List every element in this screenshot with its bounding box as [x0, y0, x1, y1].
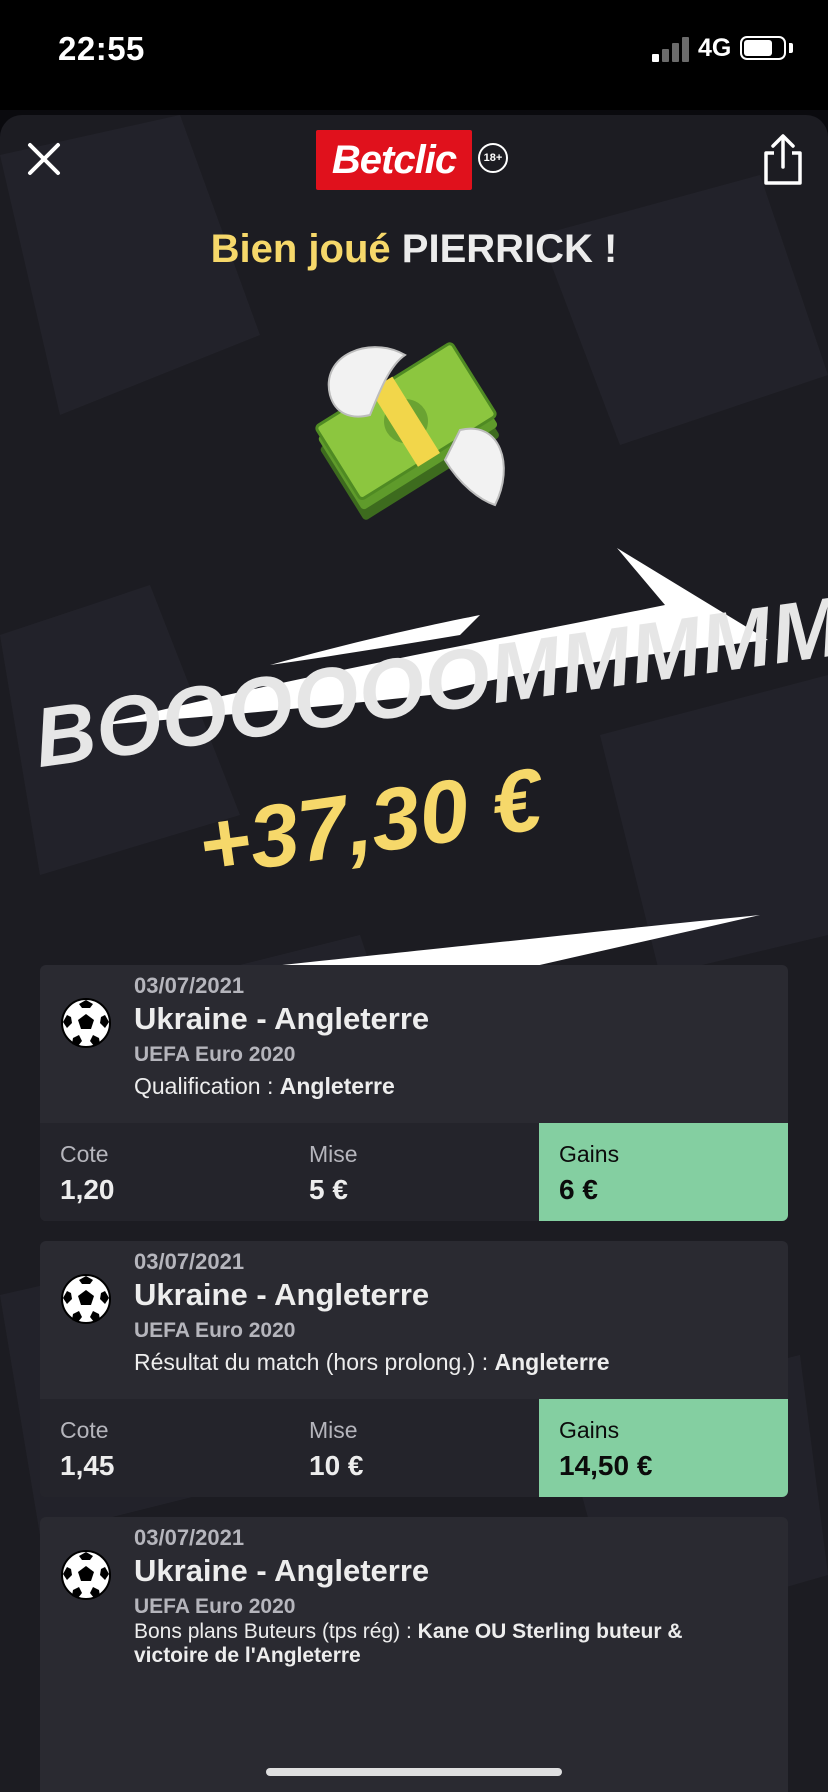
battery-icon — [740, 36, 786, 60]
close-button[interactable] — [22, 137, 66, 181]
odds-label: Cote — [60, 1417, 109, 1443]
gains-value: 6 € — [559, 1174, 598, 1205]
bet-competition: UEFA Euro 2020 — [134, 1595, 296, 1618]
bet-market-label: Bons plans Buteurs (tps rég) : — [134, 1620, 412, 1643]
status-time: 22:55 — [58, 30, 145, 67]
football-icon — [61, 1274, 111, 1324]
bet-summary: Cote 1,20 Mise 5 € Gains 6 € — [40, 1123, 788, 1221]
bet-match: Ukraine - Angleterre — [134, 1553, 430, 1588]
bet-market-label: Qualification : — [134, 1073, 274, 1099]
gains-box: Gains 6 € — [539, 1123, 788, 1221]
football-icon — [61, 998, 111, 1048]
greeting: Bien joué PIERRICK ! — [0, 227, 828, 272]
share-icon — [764, 134, 802, 185]
betclic-logo: Betclic — [316, 130, 472, 190]
bet-market: Résultat du match (hors prolong.) : Angl… — [134, 1349, 610, 1376]
bet-selection: Angleterre — [494, 1349, 610, 1375]
bet-card[interactable]: 03/07/2021 Ukraine - Angleterre UEFA Eur… — [40, 1241, 788, 1497]
football-icon — [61, 1550, 111, 1600]
bet-match: Ukraine - Angleterre — [134, 1001, 430, 1036]
bet-card[interactable]: 03/07/2021 Ukraine - Angleterre UEFA Eur… — [40, 965, 788, 1221]
home-indicator[interactable] — [266, 1768, 562, 1776]
stake-stat: Mise 10 € — [309, 1417, 364, 1482]
odds-label: Cote — [60, 1141, 109, 1167]
money-with-wings-icon — [315, 342, 505, 520]
signal-icon — [652, 36, 692, 62]
status-bar: 22:55 4G — [0, 0, 828, 110]
bet-market-label: Résultat du match (hors prolong.) : — [134, 1349, 489, 1375]
bet-market: Bons plans Buteurs (tps rég) : Kane OU S… — [134, 1620, 754, 1668]
battery-tip — [789, 43, 793, 53]
bet-competition: UEFA Euro 2020 — [134, 1043, 296, 1066]
bet-summary: Cote 1,45 Mise 10 € Gains 14,50 € — [40, 1399, 788, 1497]
stake-stat: Mise 5 € — [309, 1141, 358, 1206]
win-sheet: Betclic 18+ Bien joué PIERRICK ! BOOOOOO… — [0, 115, 828, 1792]
stake-value: 5 € — [309, 1174, 348, 1205]
gains-label: Gains — [559, 1417, 620, 1443]
bet-date: 03/07/2021 — [134, 973, 245, 998]
stake-label: Mise — [309, 1417, 358, 1443]
gains-box: Gains 14,50 € — [539, 1399, 788, 1497]
close-icon — [28, 143, 60, 175]
network-label: 4G — [698, 34, 732, 62]
share-button[interactable] — [760, 133, 806, 187]
odds-value: 1,20 — [60, 1174, 115, 1205]
bet-competition: UEFA Euro 2020 — [134, 1319, 296, 1342]
gains-value: 14,50 € — [559, 1450, 653, 1481]
bet-date: 03/07/2021 — [134, 1249, 245, 1274]
gains-stat: Gains 14,50 € — [559, 1417, 652, 1482]
greeting-prefix: Bien joué — [210, 227, 391, 271]
odds-stat: Cote 1,20 — [60, 1141, 115, 1206]
stake-label: Mise — [309, 1141, 358, 1167]
gains-stat: Gains 6 € — [559, 1141, 619, 1206]
bet-card[interactable]: 03/07/2021 Ukraine - Angleterre UEFA Eur… — [40, 1517, 788, 1792]
bet-selection: Angleterre — [279, 1073, 395, 1099]
logo-text: Betclic — [331, 138, 457, 182]
bet-market: Qualification : Angleterre — [134, 1073, 395, 1100]
stake-value: 10 € — [309, 1450, 364, 1481]
bet-match: Ukraine - Angleterre — [134, 1277, 430, 1312]
odds-value: 1,45 — [60, 1450, 115, 1481]
bet-date: 03/07/2021 — [134, 1525, 245, 1550]
gains-label: Gains — [559, 1141, 620, 1167]
age-badge: 18+ — [478, 143, 508, 173]
odds-stat: Cote 1,45 — [60, 1417, 115, 1482]
greeting-name: PIERRICK ! — [401, 227, 618, 271]
